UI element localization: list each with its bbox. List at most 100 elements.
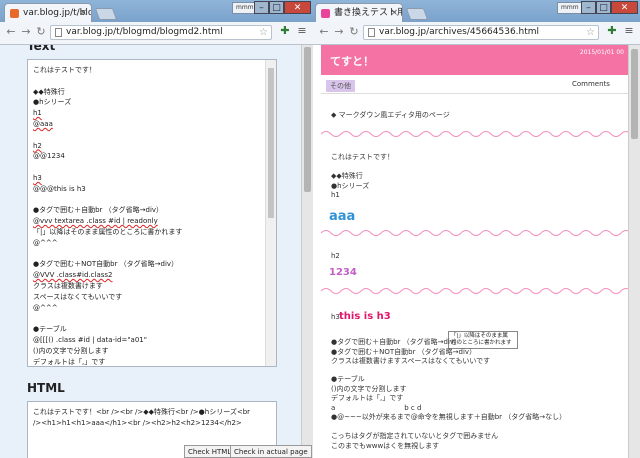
body-line: このまでもwwwはくを無視します	[331, 441, 440, 450]
text-line: クラスは複数書けます	[33, 281, 103, 290]
body-line: ●タグで囲む＋自動br （タグ省略→div）	[331, 338, 462, 346]
text-line: 「|」以降はそのまま属性のところに書かれます	[33, 227, 183, 236]
url-text: var.blog.jp/archives/45664536.html	[379, 27, 540, 37]
text-line: @^^^	[33, 303, 58, 312]
text-line: h2	[33, 141, 42, 150]
menu-icon[interactable]: ≡	[623, 25, 635, 37]
text-line: ◆◆特殊行	[33, 87, 65, 96]
text-line: @vvv textarea .class #id | readonly	[33, 217, 158, 226]
right-browser-window: 書き換えテスト用ペ × mmm – □ ✕ ← → ↻ var.blog.jp/…	[313, 0, 640, 458]
body-block-c: こっちはタグが指定されていないとタグで囲みません このまでもwwwはくを無視します	[331, 432, 498, 451]
body-block-b: ●テーブル ()内の文字で分割します デフォルトは「,」です a b c d ●@~~~…	[331, 375, 566, 423]
textarea-scrollbar[interactable]	[265, 60, 276, 366]
text-editor-content: これはテストです！ ◆◆特殊行 ●hシリーズ h1 @aaa h2 @@1234 h3 @…	[33, 65, 264, 366]
html-output-content: これはテストです！<br /><br />◆◆特殊行<br />●hシリーズ<b…	[33, 407, 264, 429]
text-line: ●hシリーズ	[33, 98, 72, 107]
check-actual-page-button[interactable]: Check in actual page	[230, 445, 312, 458]
text-editor-textarea[interactable]: これはテストです！ ◆◆特殊行 ●hシリーズ h1 @aaa h2 @@1234 h3 @…	[27, 59, 277, 367]
user-badge[interactable]: mmm	[557, 2, 583, 14]
page-viewport: てすと！ 2015/01/01 00 その他 Comments ◆ マークダウン…	[313, 45, 640, 458]
address-bar[interactable]: var.blog.jp/archives/45664536.html ☆	[363, 25, 599, 40]
comments-link[interactable]: Comments	[572, 80, 610, 88]
close-window-button[interactable]: ✕	[611, 1, 638, 14]
minimize-button[interactable]: –	[581, 1, 596, 14]
category-tag[interactable]: その他	[326, 80, 355, 92]
reload-icon[interactable]: ↻	[34, 25, 48, 39]
body-line: ●タグで囲む＋NOT自動br （タグ省略→div）	[331, 347, 477, 356]
blog-title[interactable]: てすと！	[330, 53, 374, 69]
special-line: ●hシリーズ	[331, 181, 370, 190]
tab-blogmd[interactable]: var.blog.jp/t/blog ×	[4, 3, 92, 22]
body-block-a: ●タグで囲む＋自動br （タグ省略→div） ●タグで囲む＋NOT自動br （タグ…	[331, 338, 490, 367]
body-line: クラスは複数書けますスペースはなくてもいいです	[331, 357, 491, 365]
special-line: h1	[331, 191, 340, 199]
text-line	[33, 313, 264, 324]
text-line: @VVV .class#id.class2	[33, 271, 113, 280]
page-scroll-thumb[interactable]	[304, 47, 311, 192]
minimize-button[interactable]: –	[254, 1, 269, 14]
wavy-divider	[321, 230, 628, 236]
text-line	[33, 130, 264, 141]
article-subtitle: ◆ マークダウン風エディタ用のページ	[331, 111, 450, 119]
back-arrow-icon[interactable]: ←	[4, 25, 18, 39]
page-scrollbar[interactable]	[628, 45, 640, 458]
text-section-title: Text	[27, 45, 56, 53]
close-window-button[interactable]: ✕	[284, 1, 311, 14]
address-bar[interactable]: var.blog.jp/t/blogmd/blogmd2.html ☆	[50, 25, 272, 40]
favicon-icon	[10, 9, 19, 18]
text-line	[33, 76, 264, 87]
html-line: /><h1>h1<h1>aaa</h1><br /><h2>h2<h2>1234…	[33, 418, 242, 427]
heading-h3: this is h3	[339, 311, 391, 322]
page-scrollbar[interactable]	[301, 45, 313, 458]
heading-h2: 1234	[329, 267, 357, 278]
close-tab-icon[interactable]: ×	[390, 4, 398, 22]
new-tab-button[interactable]	[405, 8, 429, 20]
forward-arrow-icon[interactable]: →	[332, 25, 346, 39]
text-line	[33, 249, 264, 260]
text-line	[33, 195, 264, 206]
text-line	[33, 162, 264, 173]
bookmark-star-icon[interactable]: ☆	[586, 26, 595, 39]
reload-icon[interactable]: ↻	[347, 25, 361, 39]
text-line: ()内の文字で分割します	[33, 346, 109, 355]
text-line: @@1234	[33, 152, 65, 161]
maximize-button[interactable]: □	[596, 1, 611, 14]
page-icon	[55, 28, 62, 37]
special-line: ◆◆特殊行	[331, 172, 363, 180]
close-tab-icon[interactable]: ×	[79, 4, 87, 22]
body-line: ●テーブル	[331, 375, 365, 383]
h2-marker: h2	[331, 252, 340, 260]
new-tab-button[interactable]	[94, 8, 118, 20]
bookmark-star-icon[interactable]: ☆	[259, 26, 268, 39]
editor-page: Text これはテストです！ ◆◆特殊行 ●hシリーズ h1 @aaa h2 @@123…	[0, 45, 301, 458]
extension-icon[interactable]: ✚	[606, 25, 618, 37]
back-arrow-icon[interactable]: ←	[317, 25, 331, 39]
page-scroll-thumb[interactable]	[631, 49, 638, 139]
body-line: こっちはタグが指定されていないとタグで囲みません	[331, 432, 499, 440]
extension-icon[interactable]: ✚	[279, 25, 291, 37]
text-line: スペースはなくてもいいです	[33, 292, 123, 301]
html-line: これはテストです！<br /><br />◆◆特殊行<br />●hシリーズ<b…	[33, 408, 251, 416]
tab-strip: var.blog.jp/t/blog × mmm – □ ✕	[0, 0, 313, 22]
page-icon	[368, 28, 375, 37]
left-browser-window: var.blog.jp/t/blog × mmm – □ ✕ ← → ↻ var…	[0, 0, 313, 458]
forward-arrow-icon[interactable]: →	[19, 25, 33, 39]
check-html-button[interactable]: Check HTML	[184, 445, 236, 458]
text-line: h1	[33, 109, 42, 118]
menu-icon[interactable]: ≡	[296, 25, 308, 37]
text-line: これはテストです！	[33, 66, 96, 74]
text-line: h3	[33, 173, 42, 182]
browser-toolbar: ← → ↻ var.blog.jp/archives/45664536.html…	[313, 22, 640, 45]
tab-test-page[interactable]: 書き換えテスト用ペ ×	[315, 3, 403, 22]
favicon-icon	[321, 9, 330, 18]
heading-h1: aaa	[329, 209, 356, 224]
body-line: デフォルトは「,」です	[331, 394, 404, 402]
wavy-divider	[321, 288, 628, 294]
maximize-button[interactable]: □	[269, 1, 284, 14]
text-line: ●テーブル	[33, 325, 67, 334]
url-text: var.blog.jp/t/blogmd/blogmd2.html	[66, 27, 223, 37]
page-viewport: Text これはテストです！ ◆◆特殊行 ●hシリーズ h1 @aaa h2 @@123…	[0, 45, 313, 458]
tab-strip: 書き換えテスト用ペ × mmm – □ ✕	[313, 0, 640, 22]
divider	[321, 93, 628, 94]
textarea-scroll-thumb[interactable]	[268, 68, 274, 218]
